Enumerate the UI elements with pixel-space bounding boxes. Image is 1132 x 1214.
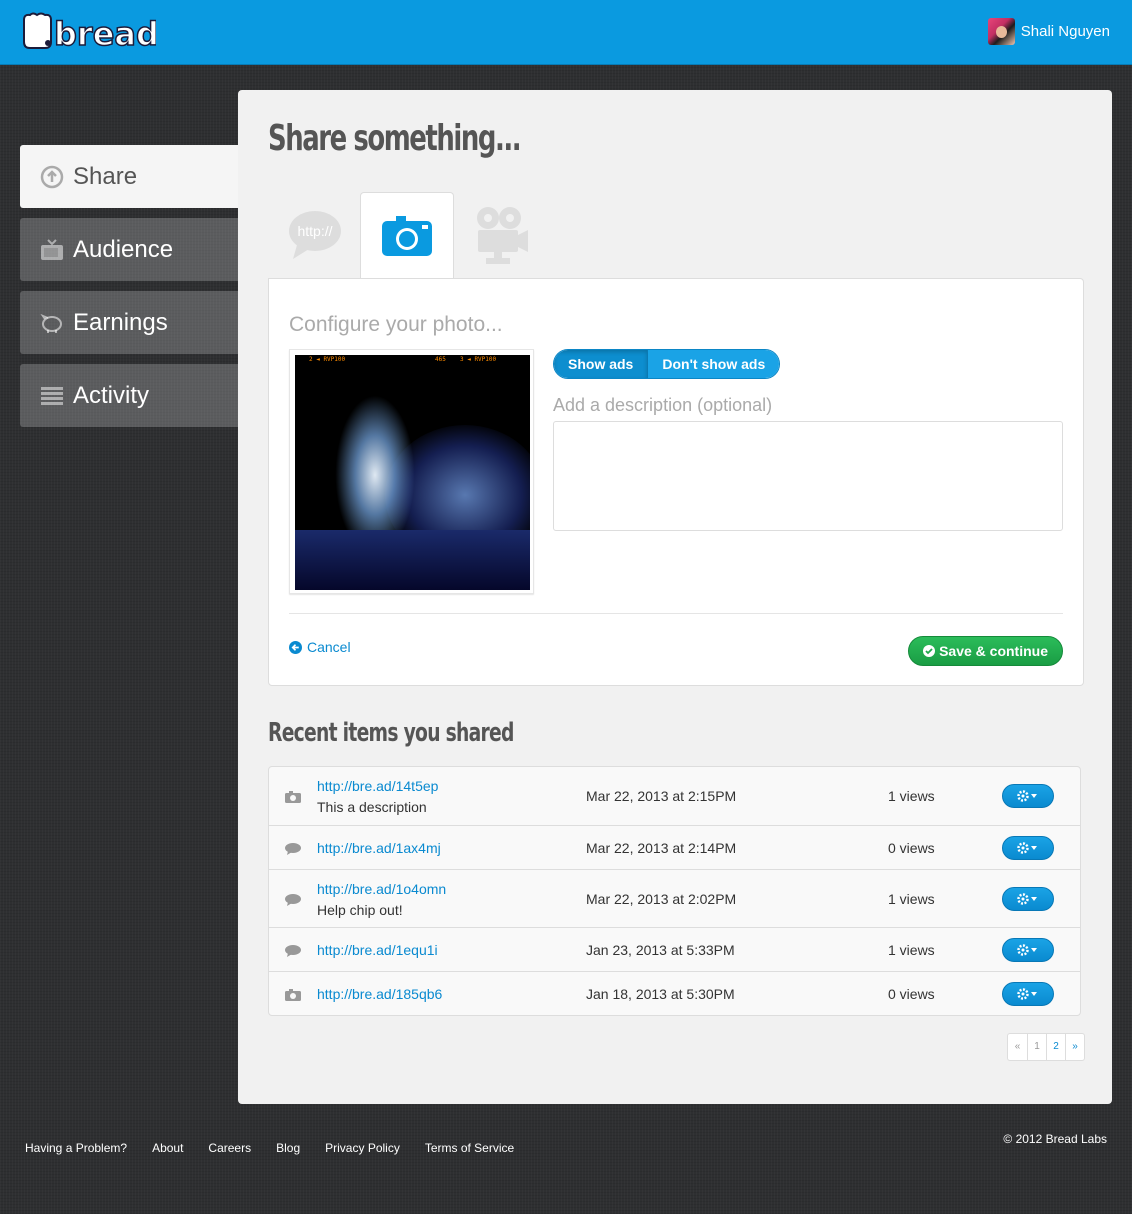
upload-circle-icon — [40, 165, 64, 188]
save-label: Save & continue — [939, 643, 1048, 659]
bread-logo[interactable]: bread — [20, 12, 160, 54]
footer-link-problem[interactable]: Having a Problem? — [25, 1141, 127, 1155]
sidebar-item-earnings[interactable]: Earnings — [20, 291, 238, 354]
save-continue-button[interactable]: Save & continue — [908, 636, 1063, 666]
film-edge-text-right: 3 ◄ RVP100 — [460, 356, 497, 363]
camera-icon — [382, 216, 432, 256]
tab-link[interactable]: http:// — [268, 192, 362, 278]
share-date: Jan 18, 2013 at 5:30PM — [586, 986, 735, 1002]
gear-icon — [1017, 842, 1037, 854]
speech-bubble-http-icon: http:// — [289, 211, 341, 259]
main-panel: Share something... http:// Configure you… — [238, 90, 1112, 1104]
share-views: 0 views — [888, 986, 935, 1002]
sidebar-nav: Share Audience Earnings Activity — [20, 145, 238, 437]
share-views: 1 views — [888, 942, 935, 958]
camera-icon — [285, 989, 301, 1001]
concert-photo: 2 ◄ RVP100 465 3 ◄ RVP100 — [295, 355, 530, 590]
check-circle-icon — [923, 645, 936, 657]
dont-show-ads-button[interactable]: Don't show ads — [648, 350, 780, 378]
sidebar-item-share[interactable]: Share — [20, 145, 238, 208]
sidebar-item-label: Audience — [73, 235, 174, 263]
gear-icon — [1017, 790, 1037, 802]
show-ads-button[interactable]: Show ads — [554, 350, 649, 378]
tv-icon — [41, 238, 63, 260]
footer-link-about[interactable]: About — [152, 1141, 183, 1155]
pagination: « 1 2 » — [1007, 1033, 1085, 1061]
tab-photo[interactable] — [360, 192, 454, 279]
share-link[interactable]: http://bre.ad/1ax4mj — [317, 840, 441, 856]
list-icon — [41, 386, 63, 405]
avatar[interactable] — [987, 18, 1015, 45]
row-actions-button[interactable] — [1002, 887, 1054, 911]
footer-links: Having a Problem? About Careers Blog Pri… — [25, 1141, 539, 1155]
pagination-next[interactable]: » — [1065, 1034, 1084, 1060]
row-actions-button[interactable] — [1002, 784, 1054, 808]
share-link[interactable]: http://bre.ad/1equ1i — [317, 942, 438, 958]
recent-items-table: http://bre.ad/14t5ep This a description … — [268, 766, 1081, 1016]
share-description: This a description — [317, 799, 427, 815]
share-date: Mar 22, 2013 at 2:15PM — [586, 788, 737, 804]
row-actions-button[interactable] — [1002, 836, 1054, 860]
description-input[interactable] — [553, 421, 1063, 531]
speech-bubble-icon — [285, 894, 301, 906]
table-row: http://bre.ad/14t5ep This a description … — [269, 767, 1080, 825]
footer-link-blog[interactable]: Blog — [276, 1141, 300, 1155]
configure-heading: Configure your photo... — [289, 313, 503, 336]
copyright: © 2012 Bread Labs — [1003, 1132, 1107, 1146]
footer-link-terms[interactable]: Terms of Service — [425, 1141, 514, 1155]
speech-bubble-icon — [285, 945, 301, 957]
cancel-label: Cancel — [307, 639, 351, 655]
row-actions-button[interactable] — [1002, 982, 1054, 1006]
sidebar-item-label: Share — [73, 162, 138, 190]
gear-icon — [1017, 988, 1037, 1000]
table-row: http://bre.ad/185qb6 Jan 18, 2013 at 5:3… — [269, 971, 1080, 1015]
ads-toggle: Show ads Don't show ads — [553, 349, 781, 379]
footer-link-careers[interactable]: Careers — [208, 1141, 251, 1155]
share-link[interactable]: http://bre.ad/14t5ep — [317, 778, 438, 794]
film-edge-text-mid: 465 — [435, 356, 446, 363]
sidebar-item-label: Earnings — [73, 308, 168, 336]
gear-icon — [1017, 944, 1037, 956]
piggy-bank-icon — [40, 313, 62, 333]
arrow-left-circle-icon — [289, 640, 302, 654]
share-date: Mar 22, 2013 at 2:14PM — [586, 840, 737, 856]
share-views: 0 views — [888, 840, 935, 856]
top-bar: bread Shali Nguyen — [0, 0, 1132, 65]
film-edge-text-left: 2 ◄ RVP100 — [309, 356, 346, 363]
share-link[interactable]: http://bre.ad/1o4omn — [317, 881, 446, 897]
sidebar-item-audience[interactable]: Audience — [20, 218, 238, 281]
tab-video[interactable] — [454, 192, 548, 278]
footer-link-privacy[interactable]: Privacy Policy — [325, 1141, 400, 1155]
photo-preview: 2 ◄ RVP100 465 3 ◄ RVP100 — [289, 349, 534, 594]
pagination-page-2[interactable]: 2 — [1046, 1034, 1065, 1060]
divider — [289, 613, 1063, 614]
description-label: Add a description (optional) — [553, 395, 773, 415]
share-date: Jan 23, 2013 at 5:33PM — [586, 942, 735, 958]
sidebar-item-activity[interactable]: Activity — [20, 364, 238, 427]
row-actions-button[interactable] — [1002, 938, 1054, 962]
pagination-page-1[interactable]: 1 — [1027, 1034, 1046, 1060]
user-menu[interactable]: Shali Nguyen — [987, 18, 1110, 45]
camera-icon — [285, 791, 301, 803]
gear-icon — [1017, 893, 1037, 905]
logo-text: bread — [54, 15, 156, 52]
recent-heading: Recent items you shared — [268, 718, 514, 748]
configure-card: Configure your photo... 2 ◄ RVP100 465 3… — [268, 278, 1084, 686]
share-description: Help chip out! — [317, 902, 403, 918]
share-views: 1 views — [888, 891, 935, 907]
share-views: 1 views — [888, 788, 935, 804]
cancel-link[interactable]: Cancel — [289, 639, 351, 655]
share-link[interactable]: http://bre.ad/185qb6 — [317, 986, 442, 1002]
share-date: Mar 22, 2013 at 2:02PM — [586, 891, 737, 907]
tab-link-label: http:// — [297, 223, 332, 239]
table-row: http://bre.ad/1ax4mj Mar 22, 2013 at 2:1… — [269, 825, 1080, 869]
video-camera-icon — [477, 207, 528, 264]
user-name[interactable]: Shali Nguyen — [1021, 23, 1110, 40]
table-row: http://bre.ad/1equ1i Jan 23, 2013 at 5:3… — [269, 927, 1080, 971]
page-title: Share something... — [268, 118, 522, 159]
table-row: http://bre.ad/1o4omn Help chip out! Mar … — [269, 869, 1080, 927]
pagination-prev[interactable]: « — [1008, 1034, 1027, 1060]
speech-bubble-icon — [285, 843, 301, 855]
sidebar-item-label: Activity — [73, 381, 150, 409]
